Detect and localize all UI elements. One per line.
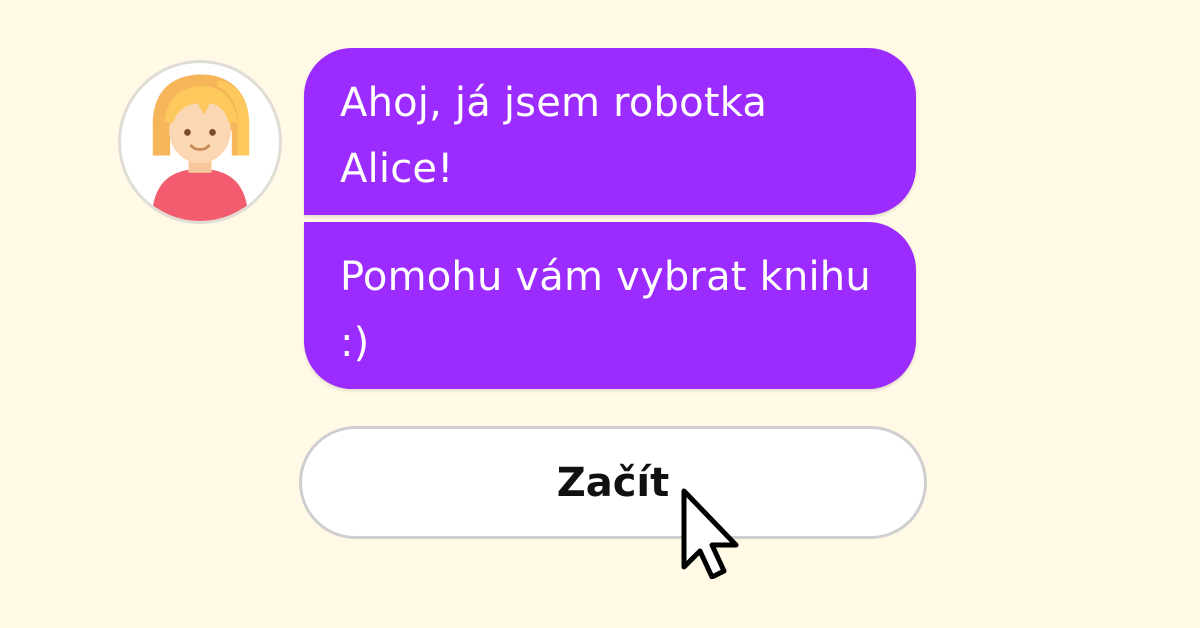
girl-avatar-icon (151, 74, 250, 221)
chat-screen: Ahoj, já jsem robotka Alice! Pomohu vám … (0, 0, 1200, 628)
chat-message-2: Pomohu vám vybrat knihu :) (304, 222, 916, 389)
start-button[interactable]: Začít (299, 426, 927, 539)
mouse-pointer-icon (681, 488, 739, 579)
robot-avatar (118, 60, 282, 224)
chat-message-1: Ahoj, já jsem robotka Alice! (304, 48, 916, 215)
